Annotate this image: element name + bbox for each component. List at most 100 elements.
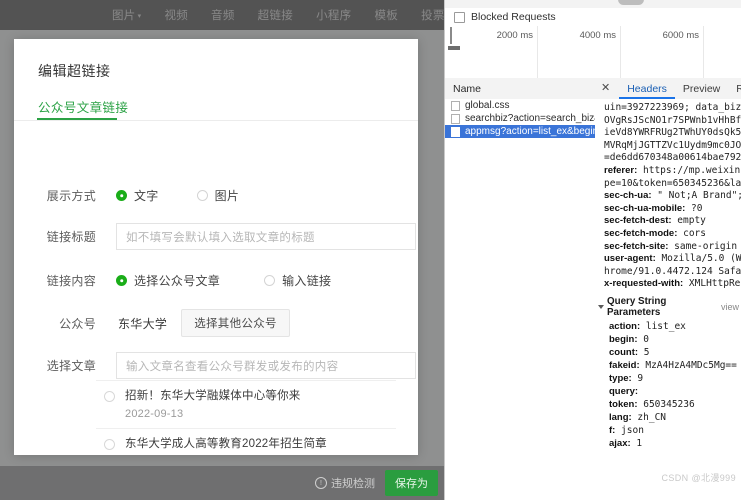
radio-select-account-article[interactable]: 选择公众号文章 [116,272,220,289]
param-key: count: [609,346,639,358]
header-value: cors [677,227,706,239]
account-name: 东华大学 [118,316,168,331]
header-value: https://mp.weixin.qq [643,164,741,176]
radio-dot-icon [116,275,127,286]
radio-dot-icon [104,391,115,402]
timeline-gridline [703,26,704,78]
list-item[interactable]: 东华大学成人高等教育2022年招生简章 [96,428,396,455]
save-draft-label: 保存为 [395,478,428,490]
header-key: sec-fetch-mode: [604,227,678,239]
param-value: 0 [637,333,649,345]
column-header-name[interactable]: Name [445,78,596,100]
article-search-input[interactable]: 输入文章名查看公众号群发或发布的内容 [116,352,416,379]
screenshot-root: 图片▾ 视频 音频 超链接 小程序 模板 投票 ! 违规检测 保存为 编辑超链接… [0,0,741,500]
header-line-sec-ch-ua-mobile: sec-ch-ua-mobile: ?0 [595,203,741,216]
article-title: 东华大学成人高等教育2022年招生简章 [125,438,327,450]
column-header-label: Name [453,82,482,95]
radio-dot-icon [104,439,115,450]
param-key: token: [609,398,638,410]
param-value: 5 [638,346,650,358]
radio-display-image[interactable]: 图片 [196,187,240,204]
radio-label: 文字 [134,189,159,203]
tab-official-account-article-link[interactable]: 公众号文章链接 [38,97,128,116]
header-key: sec-fetch-site: [604,240,669,252]
request-row-global-css[interactable]: global.css [445,99,595,112]
header-value: ieVd8YWRFRUg2TWhUY0dsQk5nSTa [604,127,741,139]
close-icon[interactable]: ✕ [601,83,610,94]
tab-preview[interactable]: Preview [675,78,728,99]
header-line-sec-fetch-dest: sec-fetch-dest: empty [595,215,741,228]
header-value: same-origin [668,240,738,252]
blocked-requests-label: Blocked Requests [471,11,556,23]
blocked-requests-filter[interactable]: Blocked Requests [445,8,741,27]
section-title: Query String Parameters [607,295,667,318]
header-key: sec-fetch-dest: [604,215,672,227]
link-content-radio-group: 选择公众号文章 输入链接 [116,272,369,289]
radio-dot-icon [264,275,276,286]
choose-other-account-button[interactable]: 选择其他公众号 [181,309,290,337]
checkbox-icon[interactable] [454,11,465,23]
header-line: =de6dd670348a00614bae7928c0a [595,152,741,165]
header-line-sec-fetch-mode: sec-fetch-mode: cors [595,228,741,241]
header-value: =de6dd670348a00614bae7928c0a [604,152,741,164]
article-result-list: 招新！东华大学融媒体中心等你来 2022-09-13 东华大学成人高等教育202… [96,380,396,455]
header-value: Mozilla/5.0 (Wind [661,253,741,265]
header-key: x-requested-with: [604,278,684,290]
radio-label: 图片 [214,189,240,203]
violation-check-button[interactable]: ! 违规检测 [315,475,375,491]
tab-response[interactable]: Response [728,78,741,99]
request-row-searchbiz[interactable]: searchbiz?action=search_biz&b... [445,112,595,125]
param-key: query: [609,385,639,397]
link-title-row: 链接标题 如不填写会默认填入选取文章的标题 [34,223,416,250]
query-param-query: query: [595,385,741,398]
file-icon [451,126,460,137]
timeline-request-bar [448,46,460,50]
radio-display-text[interactable]: 文字 [116,187,159,204]
header-line: ieVd8YWRFRUg2TWhUY0dsQk5nSTa [595,127,741,140]
radio-dot-icon [116,190,127,201]
view-source-link[interactable]: view [721,302,741,312]
save-draft-button[interactable]: 保存为 [385,470,438,496]
param-key: begin: [609,333,638,345]
header-key: referer: [604,164,638,176]
header-line-sec-ch-ua: sec-ch-ua: " Not;A Brand";v=" [595,190,741,203]
tab-headers[interactable]: Headers [619,78,675,99]
radio-enter-url[interactable]: 输入链接 [264,272,331,289]
request-list[interactable]: global.css searchbiz?action=search_biz&b… [445,99,596,500]
article-title: 招新！东华大学融媒体中心等你来 [125,390,301,402]
header-value: MVRqMjJGTTZVc1Uydm9mc0JOVFR: [604,139,741,151]
param-value: MzA4HzA4MDc5Mg== [639,359,737,371]
query-string-parameters-section-header[interactable]: Query String Parameters view [595,291,741,320]
header-line-referer: referer: https://mp.weixin.qq [595,165,741,178]
param-value: 650345236 [637,398,695,410]
header-key: user-agent: [604,253,656,265]
request-name: global.css [465,100,510,111]
display-mode-label: 展示方式 [46,189,96,203]
shield-icon: ! [315,477,327,489]
header-value: hrome/91.0.4472.124 Safari/5 [604,265,741,277]
link-content-row: 链接内容 选择公众号文章 输入链接 [34,272,369,289]
dialog-divider [14,120,418,121]
watermark: CSDN @北漫999 [661,473,736,483]
query-param-f: f: json [595,424,741,437]
query-param-fakeid: fakeid: MzA4HzA4MDc5Mg== [595,359,741,372]
network-timeline-ruler: 2000 ms 4000 ms 6000 ms [445,26,741,79]
timeline-gridline [620,26,621,78]
timeline-gridline [537,26,538,78]
param-value: json [615,424,644,436]
article-search-label: 选择文章 [46,359,96,373]
account-row: 公众号 东华大学 选择其他公众号 [34,309,290,337]
request-row-appmsg[interactable]: appmsg?action=list_ex&begin=... [445,125,595,138]
param-key: action: [609,320,641,332]
radio-dot-icon [196,190,208,201]
header-line: pe=10&token=650345236&lang=: [595,178,741,191]
editor-bottom-bar: ! 违规检测 保存为 [0,466,444,500]
list-item[interactable]: 招新！东华大学融媒体中心等你来 2022-09-13 [96,380,396,428]
header-line: MVRqMjJGTTZVc1Uydm9mc0JOVFR: [595,140,741,153]
param-key: type: [609,372,632,384]
link-title-input[interactable]: 如不填写会默认填入选取文章的标题 [116,223,416,250]
header-line: OVgRsJScNO1r7SPWnb1vHhBfjvUR [595,115,741,128]
query-param-count: count: 5 [595,346,741,359]
header-value: uin=3927223969; data_bizuin= [604,102,741,113]
header-value: XMLHttpRequ [688,278,741,290]
